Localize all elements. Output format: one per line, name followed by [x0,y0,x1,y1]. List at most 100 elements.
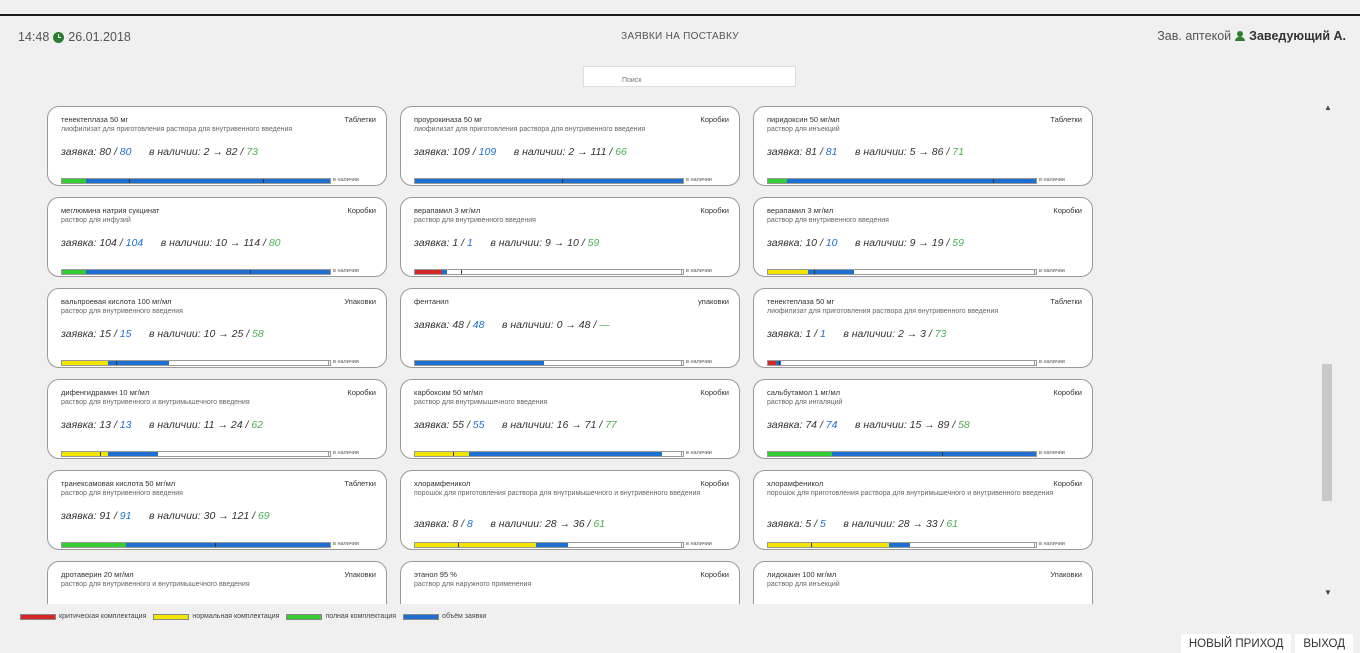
fill-segment-volume [107,452,159,456]
drug-name: меглюмина натрия сукцинат [61,206,160,215]
stock-percent: 59 [587,237,600,249]
stock-label: в наличии: [490,237,543,249]
order-label: заявка: [414,237,450,249]
fill-segment-volume [888,543,911,547]
order-stats: заявка: 10 / 10 в наличии: 9 → 19 / 59 [767,237,964,249]
fill-bar [767,451,1036,457]
fill-tick [460,270,462,274]
exit-button[interactable]: ВЫХОД [1295,634,1353,653]
order-value: 74 [805,419,818,431]
order-card[interactable]: лидокаин 100 мг/мл Упаковки раствор для ин… [753,561,1093,604]
order-stats: заявка: 15 / 15 в наличии: 10 → 25 / 58 [61,328,264,340]
package-unit: Коробки [700,115,729,124]
order-card[interactable]: верапамил 3 мг/мл Коробки раствор для внут… [753,197,1093,277]
order-total: 109 [478,146,497,158]
order-label: заявка: [767,328,803,340]
fill-bar-end [682,360,684,366]
order-card[interactable]: карбоксим 50 мг/мл Коробки раствор для вну… [400,379,740,459]
drug-name: пиридоксин 50 мг/мл [767,115,840,124]
legend-label: полная комплектация [325,613,397,620]
stock-percent: 61 [946,518,959,530]
fill-bar-label: в наличии [1039,450,1065,456]
order-label: заявка: [61,510,97,522]
order-card[interactable]: вальпроевая кислота 100 мг/мл Упаковки рас… [47,288,387,368]
drug-form: раствор для инфузий [61,217,131,224]
order-value: 13 [99,419,112,431]
order-total: 74 [825,419,838,431]
stock-value: 10 → 114 [215,237,261,249]
order-card[interactable]: меглюмина натрия сукцинат Коробки раствор … [47,197,387,277]
drug-form: раствор для инъекций [767,581,840,588]
order-card[interactable]: дифенгидрамин 10 мг/мл Коробки раствор для… [47,379,387,459]
fill-segment-critical [415,270,442,274]
fill-segment-volume [126,543,330,547]
order-stats: заявка: 109 / 109 в наличии: 2 → 111 / 6… [414,146,627,158]
fill-tick [129,179,130,183]
legend-swatch [153,613,190,620]
order-total: 91 [119,510,132,522]
package-unit: Коробки [347,206,376,215]
stock-percent: 62 [251,419,263,431]
fill-segment-volume [535,543,568,547]
new-arrival-button[interactable]: НОВЫЙ ПРИХОД [1180,634,1292,653]
order-card[interactable]: хлорамфеникол Коробки порошок для приготов… [400,470,740,550]
drug-name: фентанил [414,297,449,306]
fill-bar [767,360,1035,366]
stock-percent: 66 [615,146,627,158]
order-total: 10 [825,237,838,249]
fill-bar-end [1035,178,1037,184]
order-card[interactable]: фентанил упаковки заявка: 48 / 48 в наличи… [400,288,740,368]
order-value: 8 [452,518,459,530]
fill-bar-label: в наличии [333,268,359,274]
drug-name: тенектеплаза 50 мг [767,297,835,306]
fill-segment-volume [808,270,854,274]
legend-label: критическая комплектация [59,613,147,620]
stock-value: 30 → 121 [203,510,250,522]
order-card[interactable]: тенектеплаза 50 мг Таблетки лиофилизат для… [753,288,1093,368]
legend-swatch [286,613,323,620]
fill-bar-end [1035,451,1037,457]
fill-bar-label: в наличии [1039,359,1065,365]
order-total: 81 [825,146,838,158]
fill-segment-full [768,179,787,183]
user-info[interactable]: Зав. аптекой Заведующий А. [1157,29,1346,43]
scroll-down-icon[interactable]: ▼ [1324,588,1332,597]
order-value: 91 [99,510,112,522]
fill-bar [414,542,682,548]
order-card[interactable]: тенектеплаза 50 мг Таблетки лиофилизат для… [47,106,387,186]
page-title: ЗАЯВКИ НА ПОСТАВКУ [621,31,739,42]
drug-form: раствор для инъекций [767,126,840,133]
order-stats: заявка: 1 / 1 в наличии: 2 → 3 / 73 [767,328,947,340]
stock-label: в наличии: [149,419,201,431]
order-card[interactable]: пиридоксин 50 мг/мл Таблетки раствор для и… [753,106,1093,186]
order-card[interactable]: этанол 95 % Коробки раствор для наружного … [400,561,740,604]
order-label: заявка: [767,237,803,249]
drug-name: верапамил 3 мг/мл [767,206,834,215]
drug-form: раствор для внутримышечного введения [414,399,548,406]
drug-name: дифенгидрамин 10 мг/мл [61,388,150,397]
fill-bar [61,451,329,457]
fill-bar [61,360,329,366]
order-value: 55 [452,419,465,431]
stock-label: в наличии: [149,510,201,522]
order-card[interactable]: дротаверин 20 мг/мл Упаковки раствор для в… [47,561,387,604]
order-stats: заявка: 8 / 8 в наличии: 28 → 36 / 61 [414,518,606,530]
order-card[interactable]: хлорамфеникол Коробки порошок для приготов… [753,470,1093,550]
user-name[interactable]: Заведующий А. [1249,29,1346,43]
scrollbar-thumb[interactable] [1322,364,1332,501]
order-card[interactable]: транексамовая кислота 50 мг/мл Таблетки ра… [47,470,387,550]
fill-bar [767,178,1036,184]
search-input[interactable] [583,66,796,87]
stock-percent: 73 [246,146,258,158]
fill-bar-end [682,451,684,457]
order-card[interactable]: верапамил 3 мг/мл Коробки раствор для внут… [400,197,740,277]
order-card[interactable]: сальбутамол 1 мг/мл Коробки раствор для ин… [753,379,1093,459]
action-buttons: НОВЫЙ ПРИХОД ВЫХОД [1180,634,1353,653]
package-unit: Коробки [700,388,729,397]
order-value: 109 [452,146,470,158]
order-card[interactable]: проурокиназа 50 мг Коробки лиофилизат для … [400,106,740,186]
scroll-up-icon[interactable]: ▲ [1324,103,1332,112]
order-total: 1 [819,328,826,340]
stock-value: 10 → 25 [203,328,244,340]
stock-label: в наличии: [149,328,201,340]
